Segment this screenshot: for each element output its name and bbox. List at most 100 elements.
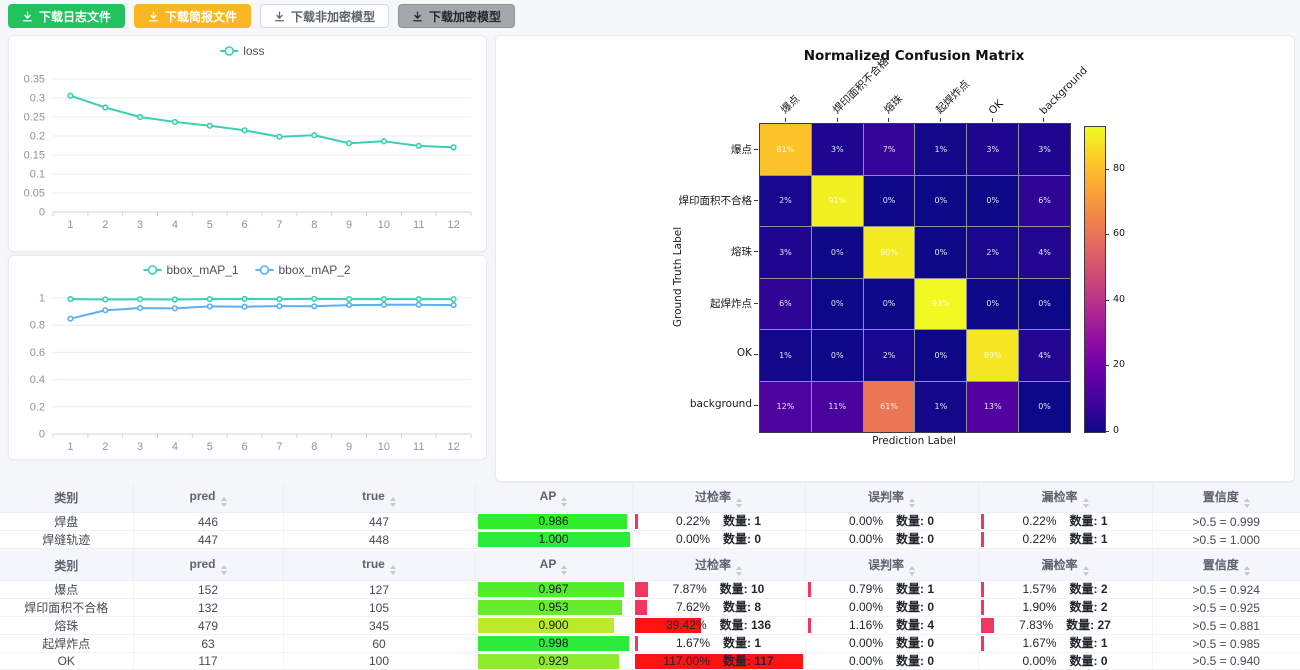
table-row: 熔珠4793450.90039.42%数量: 1361.16%数量: 47.83… <box>0 617 1300 635</box>
column-header-label: 漏检率 <box>1041 558 1077 572</box>
sort-caret-icon[interactable] <box>561 565 567 575</box>
column-header-label: pred <box>189 489 215 503</box>
sort-caret-icon[interactable] <box>390 565 396 575</box>
confusion-matrix-cell: 2% <box>967 227 1018 278</box>
data-point <box>68 93 73 98</box>
rate-values: 0.00%数量: 0 <box>808 514 976 529</box>
column-header-overdetect[interactable]: 过检率 <box>632 483 805 513</box>
legend-item-loss[interactable]: loss <box>220 44 264 58</box>
column-header-true[interactable]: true <box>283 483 475 513</box>
confusion-matrix-cell: 0% <box>915 330 966 381</box>
cell-pred: 446 <box>133 513 283 531</box>
axis-tick <box>785 118 786 122</box>
sort-caret-icon[interactable] <box>909 498 915 508</box>
download-report-button[interactable]: 下载简报文件 <box>134 4 251 28</box>
column-header-ap[interactable]: AP <box>475 551 632 581</box>
column-header-pred[interactable]: pred <box>133 483 283 513</box>
confusion-matrix-cell: 0% <box>915 176 966 227</box>
y-tick-label: 0.2 <box>30 131 45 143</box>
rate-count: 数量: 0 <box>896 600 934 615</box>
y-tick-label: 0 <box>39 207 45 219</box>
column-header-category: 类别 <box>0 551 133 581</box>
column-header-miss[interactable]: 漏检率 <box>978 551 1152 581</box>
loss-line-chart: 00.050.10.150.20.250.30.3512345678910111… <box>9 36 484 249</box>
column-header-overdetect[interactable]: 过检率 <box>632 551 805 581</box>
matrix-column-label: OK <box>986 98 1005 117</box>
colorbar-tick <box>1105 300 1109 301</box>
download-encrypted-model-button[interactable]: 下载加密模型 <box>398 4 515 28</box>
rate-count: 数量: 8 <box>723 600 761 615</box>
sort-caret-icon[interactable] <box>221 497 227 507</box>
data-point <box>103 297 108 302</box>
x-tick-label: 5 <box>207 441 213 453</box>
rate-values: 1.57%数量: 2 <box>981 582 1150 597</box>
column-header-misjudge[interactable]: 误判率 <box>805 551 978 581</box>
data-point <box>207 304 212 309</box>
legend-item-bbox_mAP_2[interactable]: bbox_mAP_2 <box>256 263 351 277</box>
legend-item-bbox_mAP_1[interactable]: bbox_mAP_1 <box>144 263 239 277</box>
sort-caret-icon[interactable] <box>1083 566 1089 576</box>
y-tick-label: 0.25 <box>24 112 45 124</box>
ap-value: 0.929 <box>478 654 630 669</box>
sort-caret-icon[interactable] <box>1083 498 1089 508</box>
ap-value: 0.900 <box>478 618 630 633</box>
colorbar-tick-label: 80 <box>1113 163 1125 174</box>
rate-values: 7.83%数量: 27 <box>981 618 1150 633</box>
toolbar: 下载日志文件下载简报文件下载非加密模型下载加密模型 <box>8 4 515 28</box>
x-tick-label: 9 <box>346 441 352 453</box>
colorbar-tick-label: 40 <box>1113 294 1125 305</box>
cell-true: 345 <box>283 617 475 635</box>
cell-misjudge: 0.00%数量: 0 <box>805 531 978 549</box>
column-header-pred[interactable]: pred <box>133 551 283 581</box>
data-point <box>451 297 456 302</box>
axis-tick <box>940 118 941 122</box>
rate-percent: 0.00% <box>849 514 883 529</box>
matrix-column-label: 起焊炸点 <box>932 77 972 117</box>
cell-true: 100 <box>283 653 475 670</box>
x-tick-label: 1 <box>67 219 73 231</box>
column-header-true[interactable]: true <box>283 551 475 581</box>
download-log-button[interactable]: 下载日志文件 <box>8 4 125 28</box>
sort-caret-icon[interactable] <box>1244 566 1250 576</box>
column-header-misjudge[interactable]: 误判率 <box>805 483 978 513</box>
data-point <box>68 297 73 302</box>
table-row: OK1171000.929117.00%数量: 1170.00%数量: 00.0… <box>0 653 1300 670</box>
metrics-table: 类别predtrueAP过检率误判率漏检率置信度焊盘4464470.9860.2… <box>0 483 1300 549</box>
column-header-label: 置信度 <box>1203 490 1239 504</box>
sort-caret-icon[interactable] <box>221 565 227 575</box>
column-header-confidence[interactable]: 置信度 <box>1152 483 1300 513</box>
legend-label: bbox_mAP_2 <box>279 263 351 277</box>
rate-percent: 7.87% <box>673 582 707 597</box>
data-point <box>382 297 387 302</box>
matrix-y-axis-label: Ground Truth Label <box>672 221 686 333</box>
sort-caret-icon[interactable] <box>1244 498 1250 508</box>
rate-percent: 0.00% <box>849 600 883 615</box>
column-header-miss[interactable]: 漏检率 <box>978 483 1152 513</box>
y-tick-label: 0.6 <box>30 347 45 359</box>
rate-values: 1.67%数量: 1 <box>635 636 803 651</box>
column-header-category: 类别 <box>0 483 133 513</box>
sort-caret-icon[interactable] <box>390 497 396 507</box>
rate-percent: 1.67% <box>676 636 710 651</box>
data-point <box>416 303 421 308</box>
data-point <box>173 297 178 302</box>
column-header-ap[interactable]: AP <box>475 483 632 513</box>
sort-caret-icon[interactable] <box>561 497 567 507</box>
x-tick-label: 2 <box>102 219 108 231</box>
rate-percent: 0.22% <box>1022 532 1056 547</box>
sort-caret-icon[interactable] <box>909 566 915 576</box>
column-header-confidence[interactable]: 置信度 <box>1152 551 1300 581</box>
cell-true: 447 <box>283 513 475 531</box>
rate-percent: 0.79% <box>849 582 883 597</box>
rate-count: 数量: 0 <box>723 532 761 547</box>
axis-tick <box>754 405 758 406</box>
series-line-loss <box>70 96 453 148</box>
x-tick-label: 4 <box>172 219 178 231</box>
confusion-matrix-cell: 0% <box>967 279 1018 330</box>
sort-caret-icon[interactable] <box>736 566 742 576</box>
cell-overdetect: 7.87%数量: 10 <box>632 581 805 599</box>
sort-caret-icon[interactable] <box>736 498 742 508</box>
download-plain-model-button[interactable]: 下载非加密模型 <box>260 4 389 28</box>
y-tick-label: 0 <box>39 429 45 441</box>
data-point <box>347 297 352 302</box>
